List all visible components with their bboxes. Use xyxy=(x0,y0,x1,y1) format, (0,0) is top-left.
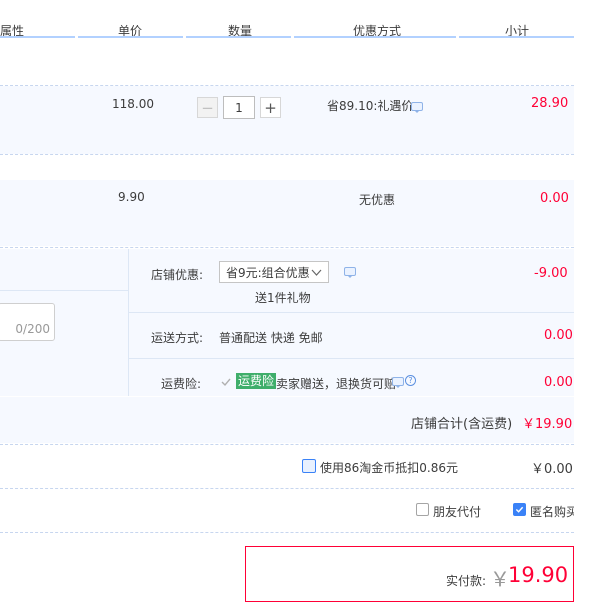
shop-total-value: ￥19.90 xyxy=(522,417,573,432)
divider xyxy=(0,488,574,489)
payment-summary: 实付款: ￥ 19.90 xyxy=(245,546,574,602)
shipping-label: 运送方式: xyxy=(151,331,204,345)
header-underline xyxy=(459,36,574,38)
header-underline xyxy=(78,36,183,38)
header-underline xyxy=(294,36,456,38)
anonymous-checkbox[interactable] xyxy=(513,503,526,516)
item1-unit-price: 118.00 xyxy=(112,97,154,111)
decrease-button[interactable]: − xyxy=(197,97,218,118)
shop-discount-label: 店铺优惠: xyxy=(151,268,204,282)
item2-discount: 无优惠 xyxy=(359,193,396,207)
chat-bubble-icon[interactable] xyxy=(344,267,356,278)
item-row-2 xyxy=(0,180,574,246)
shop-discount-amount: -9.00 xyxy=(534,266,568,281)
divider xyxy=(0,290,128,291)
minus-icon: − xyxy=(201,98,214,117)
header-underline xyxy=(0,36,75,38)
message-char-counter: 0/200 xyxy=(15,322,50,336)
insurance-desc: 卖家赠送，退换货可赔 xyxy=(276,377,397,391)
check-icon xyxy=(221,378,231,387)
use-coins-label: 使用86淘金币抵扣0.86元 xyxy=(320,461,458,475)
help-icon[interactable]: ? xyxy=(405,375,416,386)
shop-discount-select[interactable]: 省9元:组合优惠 xyxy=(219,261,329,283)
payment-amount: 19.90 xyxy=(508,563,569,587)
quantity-input[interactable] xyxy=(223,96,255,119)
insurance-checkbox[interactable] xyxy=(220,376,232,391)
header-underline xyxy=(186,36,291,38)
anonymous-label: 匿名购买 xyxy=(530,505,574,519)
item1-subtotal: 28.90 xyxy=(531,96,569,111)
use-coins-checkbox[interactable] xyxy=(302,459,316,473)
divider xyxy=(0,247,574,248)
friend-pay-checkbox[interactable] xyxy=(416,503,429,516)
divider xyxy=(129,312,574,313)
divider xyxy=(0,444,574,445)
divider xyxy=(0,154,574,155)
friend-pay-label: 朋友代付 xyxy=(433,505,482,519)
insurance-label: 运费险: xyxy=(161,377,202,391)
shipping-value: 普通配送 快递 免邮 xyxy=(219,331,323,345)
check-icon xyxy=(515,506,524,513)
increase-button[interactable]: + xyxy=(260,97,281,118)
shop-total-label: 店铺合计(含运费) xyxy=(411,417,513,432)
divider xyxy=(0,532,574,533)
insurance-amount: 0.00 xyxy=(544,375,573,390)
insurance-badge: 运费险 xyxy=(236,373,277,389)
divider xyxy=(128,249,129,396)
payment-label: 实付款: xyxy=(446,574,487,588)
chat-bubble-icon[interactable] xyxy=(392,377,404,388)
chevron-down-icon xyxy=(311,269,322,276)
shop-gift: 送1件礼物 xyxy=(255,291,311,305)
shop-discount-selected: 省9元:组合优惠 xyxy=(226,265,310,280)
coins-amount: ￥0.00 xyxy=(531,462,573,477)
chat-bubble-icon[interactable] xyxy=(411,102,423,113)
item2-subtotal: 0.00 xyxy=(540,191,569,206)
currency-symbol: ￥ xyxy=(490,567,510,591)
divider xyxy=(129,358,574,359)
shipping-amount: 0.00 xyxy=(544,328,573,343)
quantity-stepper: − + xyxy=(197,96,281,119)
item2-unit-price: 9.90 xyxy=(118,190,145,204)
plus-icon: + xyxy=(264,98,277,117)
message-textarea[interactable]: 0/200 xyxy=(0,303,55,341)
item-row-1 xyxy=(0,86,574,154)
item1-discount: 省89.10:礼遇价 xyxy=(327,99,414,113)
